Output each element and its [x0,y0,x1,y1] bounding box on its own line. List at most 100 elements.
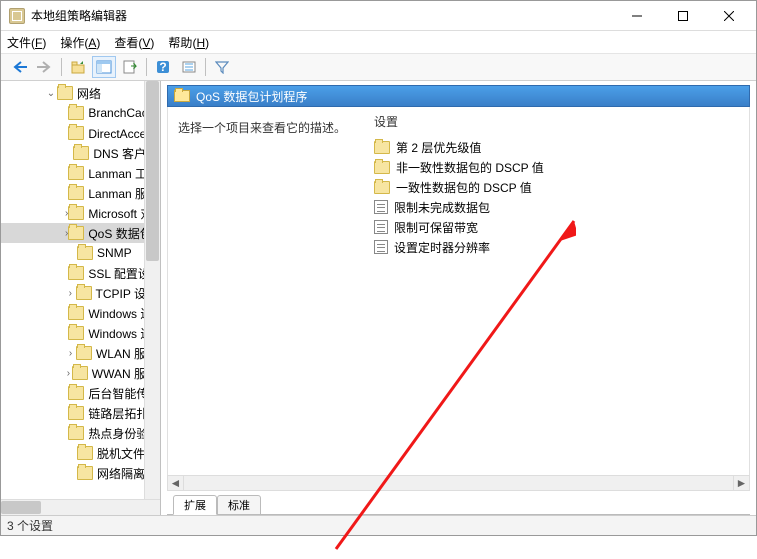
folder-icon [68,226,84,240]
policy-icon [374,200,388,214]
tree-node[interactable]: ›WLAN 服务 [1,343,160,363]
tree-hscrollbar[interactable] [1,499,160,515]
item-label: 第 2 层优先级值 [396,139,481,156]
folder-icon [76,346,92,360]
settings-column-header[interactable]: 设置 [368,107,749,135]
tree-node[interactable]: ›热点身份验证 [1,423,160,443]
tree-node[interactable]: ›脱机文件 [1,443,160,463]
folder-icon [68,386,84,400]
view-tabs: 扩展 标准 [167,493,750,515]
folder-icon [68,266,84,280]
forward-button[interactable] [33,56,57,78]
status-text: 3 个设置 [7,517,53,534]
minimize-button[interactable] [614,1,660,31]
item-label: 一致性数据包的 DSCP 值 [396,179,532,196]
tree-node[interactable]: ›Lanman 工作站 [1,163,160,183]
folder-icon [68,106,84,120]
settings-folder-item[interactable]: 非一致性数据包的 DSCP 值 [374,157,743,177]
content-hscrollbar[interactable]: ◄ ► [167,475,750,491]
status-bar: 3 个设置 [1,515,756,535]
scroll-left-icon[interactable]: ◄ [168,476,184,490]
content-header-title: QoS 数据包计划程序 [196,88,307,105]
settings-policy-item[interactable]: 设置定时器分辨率 [374,237,743,257]
menu-action[interactable]: 操作(A) [60,34,100,51]
tab-standard[interactable]: 标准 [217,495,261,515]
folder-icon [68,186,84,200]
policy-icon [374,220,388,234]
folder-icon [68,206,84,220]
tree-node[interactable]: ›SSL 配置设置 [1,263,160,283]
back-button[interactable] [7,56,31,78]
folder-icon [76,286,92,300]
help-button[interactable]: ? [151,56,175,78]
item-label: 限制可保留带宽 [394,219,478,236]
folder-icon [68,306,84,320]
tree-label: SNMP [97,246,132,260]
tree-node[interactable]: ›SNMP [1,243,160,263]
tree-node[interactable]: ›QoS 数据包计划程序 [1,223,160,243]
close-button[interactable] [706,1,752,31]
settings-folder-item[interactable]: 一致性数据包的 DSCP 值 [374,177,743,197]
nav-tree: ⌄ 网络›BranchCache›DirectAccess 客户端体验设置›DNS… [1,81,161,515]
tree-node[interactable]: ›DNS 客户端 [1,143,160,163]
folder-icon [73,146,89,160]
folder-icon [374,141,390,154]
item-label: 限制未完成数据包 [394,199,490,216]
tree-node[interactable]: ›WWAN 服务 [1,363,160,383]
tree-node[interactable]: ›DirectAccess 客户端体验设置 [1,123,160,143]
tree-node[interactable]: ›TCPIP 设置 [1,283,160,303]
folder-icon [68,426,84,440]
maximize-button[interactable] [660,1,706,31]
export-list-button[interactable] [118,56,142,78]
menu-file[interactable]: 文件(F) [7,34,46,51]
policy-icon [374,240,388,254]
folder-icon [374,161,390,174]
scroll-right-icon[interactable]: ► [733,476,749,490]
tree-node[interactable]: ›BranchCache [1,103,160,123]
tree-label: 网络 [77,85,101,102]
tree-node-root[interactable]: ⌄ 网络 [1,83,160,103]
content-header: QoS 数据包计划程序 [167,85,750,107]
app-window: 本地组策略编辑器 文件(F) 操作(A) 查看(V) 帮助(H) ? [0,0,757,536]
settings-policy-item[interactable]: 限制未完成数据包 [374,197,743,217]
folder-icon [72,366,88,380]
menu-view[interactable]: 查看(V) [114,34,154,51]
chevron-right-icon[interactable]: › [65,348,76,359]
description-text: 选择一个项目来查看它的描述。 [178,119,358,136]
menubar: 文件(F) 操作(A) 查看(V) 帮助(H) [1,31,756,53]
folder-icon [77,446,93,460]
tree-node[interactable]: ›链路层拓扑发现 [1,403,160,423]
folder-icon [374,181,390,194]
tree-node[interactable]: ›Microsoft 对等网络服务 [1,203,160,223]
tree-node[interactable]: ›后台智能传输服务 (BITS) [1,383,160,403]
tree-node[interactable]: ›Windows 连接管理器 [1,303,160,323]
folder-icon [77,466,93,480]
folder-icon [57,86,73,100]
app-icon [9,8,25,24]
tree-node[interactable]: ›Lanman 服务器 [1,183,160,203]
tree-label: 脱机文件 [97,445,145,462]
folder-open-icon [174,90,190,102]
settings-folder-item[interactable]: 第 2 层优先级值 [374,137,743,157]
chevron-right-icon[interactable]: › [65,288,76,299]
tree-label: 网络隔离 [97,465,145,482]
filter-button[interactable] [210,56,234,78]
folder-icon [77,246,93,260]
refresh-button[interactable] [177,56,201,78]
tree-node[interactable]: ›Windows 连接立即连接 [1,323,160,343]
folder-icon [68,166,84,180]
chevron-down-icon[interactable]: ⌄ [45,88,57,99]
tab-extended[interactable]: 扩展 [173,495,217,515]
folder-icon [68,406,84,420]
item-label: 设置定时器分辨率 [394,239,490,256]
folder-icon [68,126,84,140]
up-button[interactable] [66,56,90,78]
toolbar: ? [1,53,756,81]
folder-icon [68,326,84,340]
menu-help[interactable]: 帮助(H) [168,34,209,51]
tree-node[interactable]: ›网络隔离 [1,463,160,483]
settings-policy-item[interactable]: 限制可保留带宽 [374,217,743,237]
chevron-right-icon[interactable]: › [65,368,72,379]
show-hide-tree-button[interactable] [92,56,116,78]
tree-vscrollbar[interactable] [144,81,160,499]
